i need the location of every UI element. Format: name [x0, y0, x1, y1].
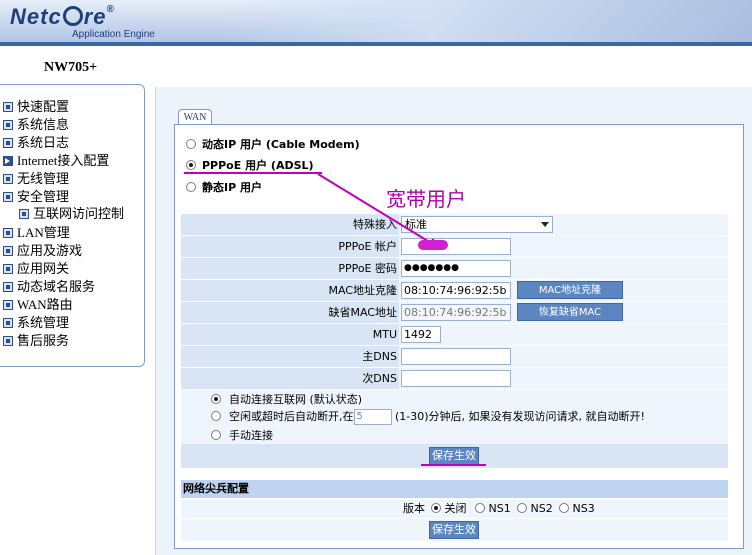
annotation-overlay	[184, 172, 486, 466]
redaction-blob	[418, 240, 448, 250]
annotation-label: 宽带用户	[386, 187, 466, 211]
